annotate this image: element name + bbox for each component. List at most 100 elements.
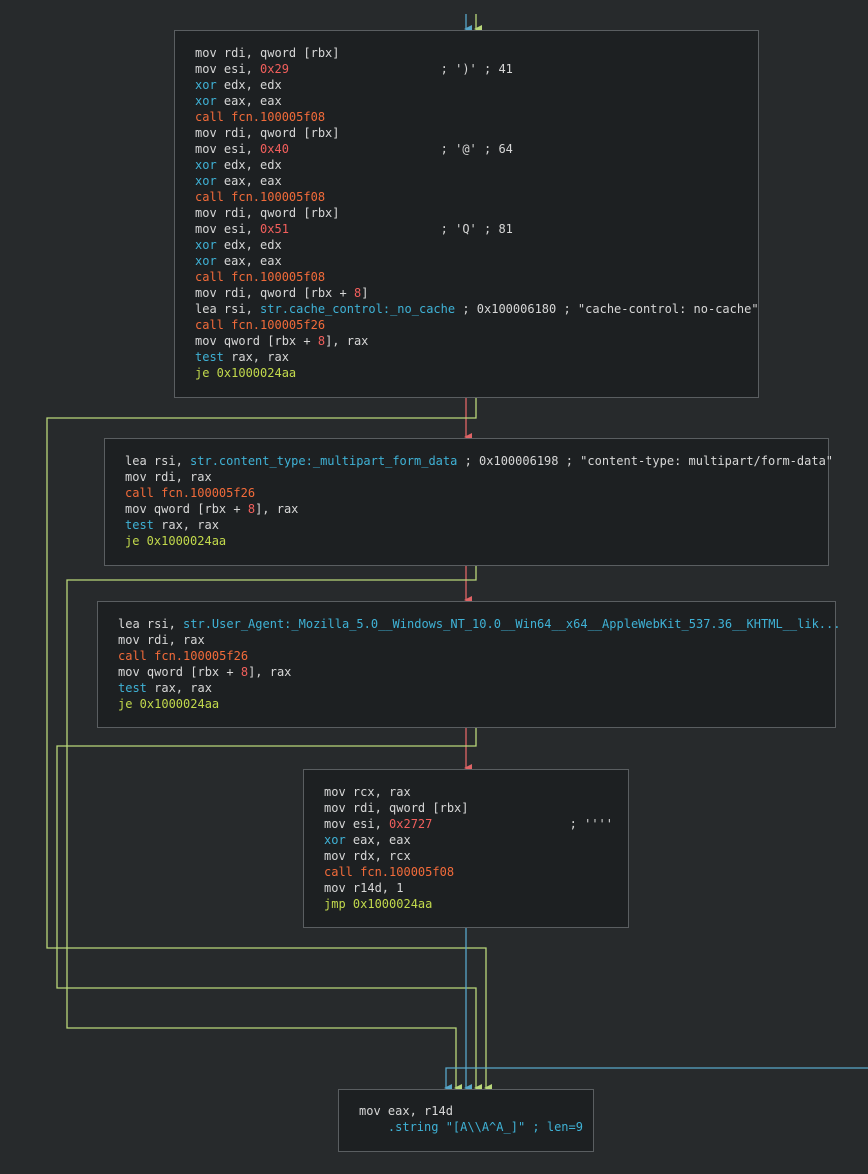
instruction-line[interactable]: mov esi, 0x29 ; ')' ; 41 (195, 61, 513, 77)
basic-block-5[interactable]: mov eax, r14d .string "[A\\A^A_]" ; len=… (338, 1089, 594, 1152)
instruction-line[interactable]: call fcn.100005f08 (195, 189, 325, 205)
token-plain: mov esi, (324, 817, 390, 831)
token-plain: eax, eax (216, 94, 282, 108)
token-plain: ], rax (255, 502, 299, 516)
token-call: call fcn.100005f26 (118, 649, 249, 663)
token-plain: lea rsi, (195, 302, 261, 316)
token-plain: edx, edx (216, 78, 282, 92)
token-plain: mov rdi, qword [rbx] (324, 801, 469, 815)
instruction-line[interactable]: mov rdi, qword [rbx + 8] (195, 285, 368, 301)
instruction-line[interactable]: xor edx, edx (195, 77, 282, 93)
token-plain: rax, rax (223, 350, 289, 364)
instruction-line[interactable]: lea rsi, str.cache_control:_no_cache ; 0… (195, 301, 759, 317)
token-num: 0x2727 (389, 817, 433, 831)
instruction-line[interactable]: mov rcx, rax (324, 784, 411, 800)
instruction-line[interactable]: mov rdi, qword [rbx] (195, 45, 340, 61)
token-xor: xor (195, 238, 217, 252)
token-plain: mov rcx, rax (324, 785, 411, 799)
token-plain: mov rdi, qword [rbx + (195, 286, 354, 300)
token-plain: mov qword [rbx + (125, 502, 248, 516)
instruction-line[interactable]: xor edx, edx (195, 157, 282, 173)
token-call: call fcn.100005f26 (195, 318, 326, 332)
basic-block-3[interactable]: lea rsi, str.User_Agent:_Mozilla_5.0__Wi… (97, 601, 840, 728)
instruction-line[interactable]: mov esi, 0x2727 ; '''' (324, 816, 613, 832)
instruction-line[interactable]: .string "[A\\A^A_]" ; len=9 (359, 1119, 583, 1135)
instruction-line[interactable]: xor eax, eax (195, 173, 282, 189)
instruction-line[interactable]: mov rdi, rax (118, 632, 205, 648)
token-plain: rax, rax (153, 518, 219, 532)
instruction-line[interactable]: call fcn.100005f08 (195, 109, 325, 125)
token-com: ; 0x100006198 ; "content-type: multipart… (457, 454, 834, 468)
token-jmp: je 0x1000024aa (118, 697, 220, 711)
token-xor: xor (324, 833, 346, 847)
token-plain: ] (361, 286, 369, 300)
instruction-line[interactable]: call fcn.100005f26 (125, 485, 255, 501)
edge-external-b5 (444, 1067, 868, 1092)
instruction-line[interactable]: xor eax, eax (195, 93, 282, 109)
token-call: call fcn.100005f08 (324, 865, 455, 879)
token-num: 0x29 (260, 62, 289, 76)
instruction-line[interactable]: test rax, rax (195, 349, 289, 365)
instruction-line[interactable]: test rax, rax (125, 517, 219, 533)
instruction-line[interactable]: mov esi, 0x51 ; 'Q' ; 81 (195, 221, 513, 237)
token-com: ; ')' ; 41 (288, 62, 513, 76)
instruction-line[interactable]: mov qword [rbx + 8], rax (125, 501, 298, 517)
instruction-line[interactable]: je 0x1000024aa (125, 533, 226, 549)
instruction-line[interactable]: jmp 0x1000024aa (324, 896, 432, 912)
token-str: str.content_type:_multipart_form_data (190, 454, 458, 468)
instruction-line[interactable]: mov qword [rbx + 8], rax (195, 333, 368, 349)
instruction-line[interactable]: mov eax, r14d (359, 1103, 453, 1119)
token-plain: mov rdi, qword [rbx] (195, 126, 340, 140)
token-plain: 1 (396, 881, 404, 895)
instruction-line[interactable]: mov r14d, 1 (324, 880, 403, 896)
instruction-line[interactable]: test rax, rax (118, 680, 212, 696)
token-plain: mov rdi, qword [rbx] (195, 46, 340, 60)
token-call: call fcn.100005f08 (195, 110, 326, 124)
basic-block-1[interactable]: mov rdi, qword [rbx] mov esi, 0x29 ; ')' … (174, 30, 759, 398)
token-num: 8 (247, 502, 256, 516)
instruction-line[interactable]: xor eax, eax (195, 253, 282, 269)
token-xor: test (195, 350, 224, 364)
token-plain: eax, eax (345, 833, 411, 847)
basic-block-2[interactable]: lea rsi, str.content_type:_multipart_for… (104, 438, 833, 566)
instruction-line[interactable]: je 0x1000024aa (118, 696, 219, 712)
instruction-line[interactable]: xor eax, eax (324, 832, 411, 848)
token-com: ; 0x100006180 ; "cache-control: no-cache… (455, 302, 759, 316)
instruction-line[interactable]: lea rsi, str.content_type:_multipart_for… (125, 453, 833, 469)
instruction-line[interactable]: call fcn.100005f08 (324, 864, 454, 880)
token-plain: mov qword [rbx + (195, 334, 318, 348)
instruction-line[interactable]: call fcn.100005f08 (195, 269, 325, 285)
token-plain: mov esi, (195, 222, 261, 236)
token-str: str.User_Agent:_Mozilla_5.0__Windows_NT_… (183, 617, 841, 631)
instruction-line[interactable]: mov rdi, rax (125, 469, 212, 485)
token-plain: lea rsi, (118, 617, 184, 631)
token-plain: mov rdi, rax (125, 470, 212, 484)
token-plain: lea rsi, (125, 454, 191, 468)
instruction-line[interactable]: call fcn.100005f26 (195, 317, 325, 333)
token-xor: xor (195, 94, 217, 108)
token-str: .string (359, 1120, 446, 1134)
instruction-line[interactable]: xor edx, edx (195, 237, 282, 253)
token-call: call fcn.100005f08 (195, 270, 326, 284)
instruction-line[interactable]: mov rdi, qword [rbx] (195, 125, 340, 141)
token-jmp: jmp 0x1000024aa (324, 897, 433, 911)
token-xor: test (118, 681, 147, 695)
token-num: 8 (317, 334, 326, 348)
token-plain: mov r14d, (324, 881, 397, 895)
instruction-line[interactable]: mov rdx, rcx (324, 848, 411, 864)
instruction-line[interactable]: call fcn.100005f26 (118, 648, 248, 664)
token-plain: mov qword [rbx + (118, 665, 241, 679)
token-plain: mov eax, r14d (359, 1104, 453, 1118)
instruction-line[interactable]: mov rdi, qword [rbx] (324, 800, 469, 816)
token-num: 0x40 (260, 142, 289, 156)
token-str: "[A\\A^A_]" ; len=9 (445, 1120, 583, 1134)
instruction-line[interactable]: mov rdi, qword [rbx] (195, 205, 340, 221)
instruction-line[interactable]: lea rsi, str.User_Agent:_Mozilla_5.0__Wi… (118, 616, 840, 632)
basic-block-4[interactable]: mov rcx, rax mov rdi, qword [rbx] mov esi,… (303, 769, 629, 928)
token-jmp: je 0x1000024aa (195, 366, 297, 380)
instruction-line[interactable]: mov esi, 0x40 ; '@' ; 64 (195, 141, 513, 157)
token-plain: mov rdi, qword [rbx] (195, 206, 340, 220)
instruction-line[interactable]: mov qword [rbx + 8], rax (118, 664, 291, 680)
token-com: ; 'Q' ; 81 (288, 222, 513, 236)
instruction-line[interactable]: je 0x1000024aa (195, 365, 296, 381)
